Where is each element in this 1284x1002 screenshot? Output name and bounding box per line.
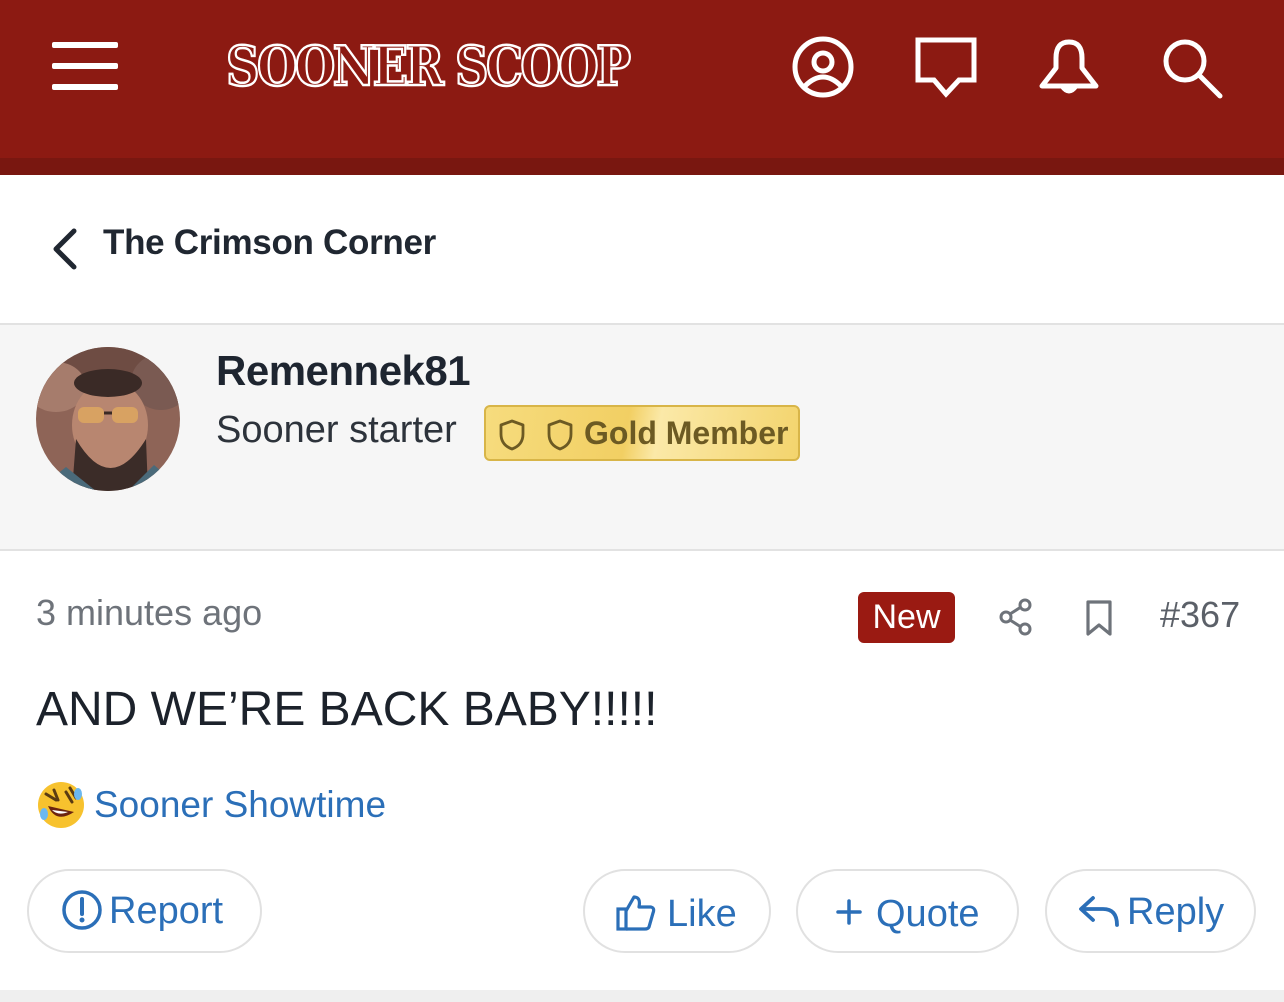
reply-label: Reply: [1127, 891, 1225, 933]
shield-icon: [547, 419, 573, 451]
avatar[interactable]: [36, 347, 180, 491]
site-logo[interactable]: SOONER SCOOP: [225, 30, 632, 102]
notification-bell-icon[interactable]: [1036, 34, 1102, 100]
header-divider: [0, 158, 1284, 175]
post-divider: [0, 990, 1284, 1002]
chat-icon[interactable]: [913, 34, 979, 100]
shield-icon: [499, 419, 525, 451]
reaction-user-link[interactable]: Sooner Showtime: [94, 784, 386, 826]
report-button[interactable]: Report: [27, 869, 262, 953]
post-timestamp[interactable]: 3 minutes ago: [36, 592, 262, 634]
bookmark-icon[interactable]: [1082, 598, 1116, 642]
new-badge: New: [858, 592, 955, 643]
laughing-emoji-icon: [36, 780, 86, 830]
reply-arrow-icon: [1079, 896, 1119, 927]
share-icon[interactable]: [996, 597, 1036, 641]
post-author-panel: Remennek81 Sooner starter Gold Member: [0, 323, 1284, 551]
search-icon[interactable]: [1158, 34, 1224, 100]
quote-button[interactable]: Quote: [796, 869, 1019, 953]
reply-button[interactable]: Reply: [1045, 869, 1256, 953]
back-chevron-icon[interactable]: [46, 227, 86, 271]
badge-label: Gold Member: [584, 415, 789, 451]
top-navigation-bar: SOONER SCOOP: [0, 0, 1284, 158]
alert-circle-icon: [62, 890, 102, 930]
report-label: Report: [109, 890, 224, 932]
quote-label: Quote: [876, 893, 980, 935]
thumbs-up-icon: [616, 895, 656, 931]
breadcrumb: The Crimson Corner: [0, 175, 1284, 323]
forum-title-link[interactable]: The Crimson Corner: [103, 223, 436, 263]
profile-icon[interactable]: [790, 34, 856, 100]
gold-member-badge: Gold Member: [484, 405, 800, 461]
author-username[interactable]: Remennek81: [216, 347, 471, 395]
menu-icon[interactable]: [52, 42, 118, 90]
author-title: Sooner starter: [216, 409, 457, 451]
post-body: AND WE’RE BACK BABY!!!!!: [36, 683, 658, 736]
plus-icon: [836, 899, 862, 925]
like-button[interactable]: Like: [583, 869, 771, 953]
like-label: Like: [667, 893, 737, 935]
post-number-link[interactable]: #367: [1160, 594, 1240, 636]
